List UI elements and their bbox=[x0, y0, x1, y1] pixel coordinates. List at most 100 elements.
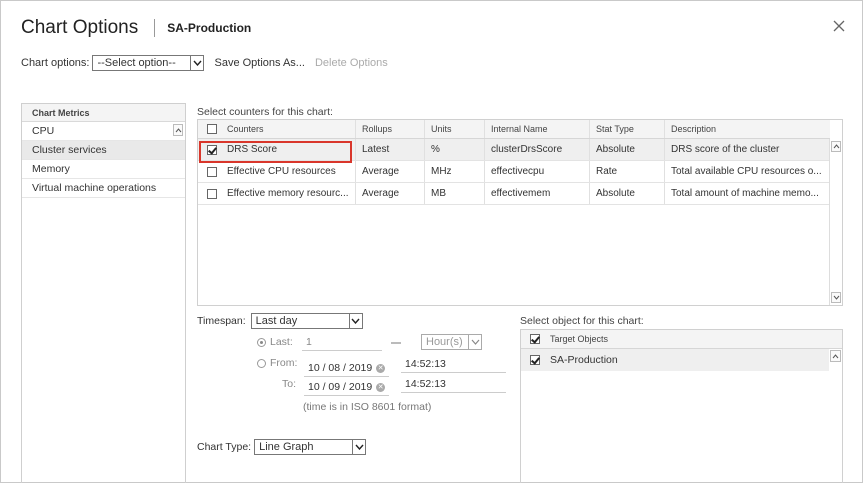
from-date-value: 10 / 08 / 2019 bbox=[308, 362, 373, 374]
timespan-select[interactable]: Last day bbox=[250, 313, 363, 329]
description-cell: DRS score of the cluster bbox=[671, 144, 780, 155]
counter-name: Effective memory resourc... bbox=[227, 188, 349, 199]
table-row[interactable]: Effective CPU resources Average MHz effe… bbox=[198, 161, 830, 183]
chart-options-dialog: Chart Options SA-Production Chart option… bbox=[0, 0, 863, 483]
scroll-up-icon[interactable] bbox=[830, 350, 841, 362]
internal-name-cell: clusterDrsScore bbox=[485, 139, 590, 160]
timespan-select-value: Last day bbox=[255, 315, 298, 327]
target-objects-table: Target Objects SA-Production bbox=[520, 329, 843, 483]
stat-type-column-header[interactable]: Stat Type bbox=[590, 120, 665, 138]
close-icon[interactable] bbox=[832, 19, 846, 33]
select-all-objects-checkbox[interactable] bbox=[530, 334, 540, 344]
rollups-cell: Average bbox=[356, 183, 425, 204]
metric-item-vm-operations[interactable]: Virtual machine operations bbox=[22, 179, 185, 198]
object-checkbox[interactable] bbox=[530, 355, 540, 365]
scroll-down-icon[interactable] bbox=[831, 292, 841, 303]
from-radio-option[interactable]: From: bbox=[257, 357, 297, 369]
object-label: SA-Production bbox=[550, 354, 618, 366]
counter-name: Effective CPU resources bbox=[227, 166, 336, 177]
description-column-header[interactable]: Description bbox=[665, 120, 830, 138]
units-cell: MB bbox=[425, 183, 485, 204]
to-date-input[interactable]: 10 / 09 / 2019 ✕ bbox=[304, 378, 389, 396]
last-value-input[interactable]: 1 bbox=[302, 333, 382, 351]
to-label: To: bbox=[282, 378, 297, 390]
scroll-up-icon[interactable] bbox=[173, 124, 183, 136]
select-all-checkbox[interactable] bbox=[207, 124, 217, 134]
target-objects-title: Target Objects bbox=[550, 334, 609, 344]
metric-item-memory[interactable]: Memory bbox=[22, 160, 185, 179]
chart-type-label: Chart Type: bbox=[197, 441, 252, 453]
chart-type-row: Chart Type: Line Graph bbox=[197, 439, 367, 455]
chevron-down-icon bbox=[352, 440, 365, 454]
to-date-value: 10 / 09 / 2019 bbox=[308, 381, 373, 393]
chart-options-label: Chart options: bbox=[21, 57, 90, 69]
dialog-header: Chart Options SA-Production bbox=[21, 13, 251, 43]
table-row[interactable]: Effective memory resourc... Average MB e… bbox=[198, 183, 830, 205]
counter-cell: DRS Score bbox=[198, 139, 356, 160]
internal-name-cell: effectivemem bbox=[485, 183, 590, 204]
table-row[interactable]: DRS Score Latest % clusterDrsScore Absol… bbox=[198, 139, 830, 161]
chart-options-select[interactable]: --Select option-- bbox=[92, 55, 205, 71]
stat-type-cell: Absolute bbox=[590, 183, 665, 204]
time-unit-select[interactable]: Hour(s) bbox=[421, 334, 482, 350]
row-checkbox[interactable] bbox=[207, 166, 217, 177]
timespan-row: Timespan: Last day bbox=[197, 313, 363, 329]
internal-name-cell: effectivecpu bbox=[485, 161, 590, 182]
timespan-label: Timespan: bbox=[197, 315, 246, 327]
rollups-column-header[interactable]: Rollups bbox=[356, 120, 425, 138]
last-radio[interactable] bbox=[257, 337, 266, 347]
clear-icon[interactable]: ✕ bbox=[376, 382, 386, 392]
save-options-as-button[interactable]: Save Options As... bbox=[214, 57, 305, 69]
chart-metrics-panel: Chart Metrics CPU Cluster services Memor… bbox=[21, 103, 186, 483]
rollups-cell: Average bbox=[356, 161, 425, 182]
chart-options-select-value: --Select option-- bbox=[97, 57, 176, 69]
last-label: Last: bbox=[270, 336, 293, 348]
column-label: Counters bbox=[227, 124, 264, 134]
row-checkbox[interactable] bbox=[207, 144, 217, 155]
units-cell: MHz bbox=[425, 161, 485, 182]
list-item[interactable]: SA-Production bbox=[521, 349, 829, 371]
counters-header-row: Counters Rollups Units Internal Name Sta… bbox=[198, 120, 830, 139]
counters-scrollbar[interactable] bbox=[829, 139, 842, 305]
from-label: From: bbox=[270, 357, 298, 369]
counters-column-header[interactable]: Counters bbox=[198, 120, 356, 138]
chevron-down-icon bbox=[190, 56, 203, 70]
counter-cell: Effective memory resourc... bbox=[198, 183, 356, 204]
description-cell: Total amount of machine memo... bbox=[671, 188, 819, 199]
dash-separator bbox=[391, 342, 401, 344]
chevron-down-icon bbox=[348, 314, 362, 328]
metric-item-cluster-services[interactable]: Cluster services bbox=[22, 141, 185, 160]
stat-type-cell: Absolute bbox=[590, 139, 665, 160]
stat-type-cell: Rate bbox=[590, 161, 665, 182]
units-column-header[interactable]: Units bbox=[425, 120, 485, 138]
chevron-down-icon bbox=[468, 335, 481, 349]
from-date-input[interactable]: 10 / 08 / 2019 ✕ bbox=[304, 359, 389, 377]
from-time-input[interactable]: 14:52:13 bbox=[401, 355, 506, 373]
counter-cell: Effective CPU resources bbox=[198, 161, 356, 182]
metric-item-cpu[interactable]: CPU bbox=[22, 122, 185, 141]
description-cell: Total available CPU resources o... bbox=[671, 166, 822, 177]
chart-type-select[interactable]: Line Graph bbox=[254, 439, 367, 455]
objects-label: Select object for this chart: bbox=[520, 315, 644, 327]
chart-metrics-header: Chart Metrics bbox=[22, 104, 185, 122]
rollups-cell: Latest bbox=[356, 139, 425, 160]
row-checkbox[interactable] bbox=[207, 188, 217, 199]
scroll-up-icon[interactable] bbox=[831, 141, 841, 152]
delete-options-button[interactable]: Delete Options bbox=[315, 57, 388, 69]
dialog-title: Chart Options bbox=[21, 17, 139, 38]
to-row: To: bbox=[282, 378, 296, 390]
units-cell: % bbox=[425, 139, 485, 160]
counters-label: Select counters for this chart: bbox=[197, 106, 333, 118]
counters-table: Counters Rollups Units Internal Name Sta… bbox=[197, 119, 843, 306]
clear-icon[interactable]: ✕ bbox=[376, 363, 386, 373]
iso-format-note: (time is in ISO 8601 format) bbox=[303, 401, 432, 413]
from-radio[interactable] bbox=[257, 358, 266, 368]
dialog-subtitle: SA-Production bbox=[167, 21, 252, 35]
to-time-input[interactable]: 14:52:13 bbox=[401, 375, 506, 393]
counter-name: DRS Score bbox=[227, 144, 278, 155]
time-unit-value: Hour(s) bbox=[426, 336, 463, 348]
last-radio-option[interactable]: Last: bbox=[257, 336, 293, 348]
internal-name-column-header[interactable]: Internal Name bbox=[485, 120, 590, 138]
header-divider bbox=[154, 19, 156, 37]
chart-type-value: Line Graph bbox=[259, 441, 314, 453]
